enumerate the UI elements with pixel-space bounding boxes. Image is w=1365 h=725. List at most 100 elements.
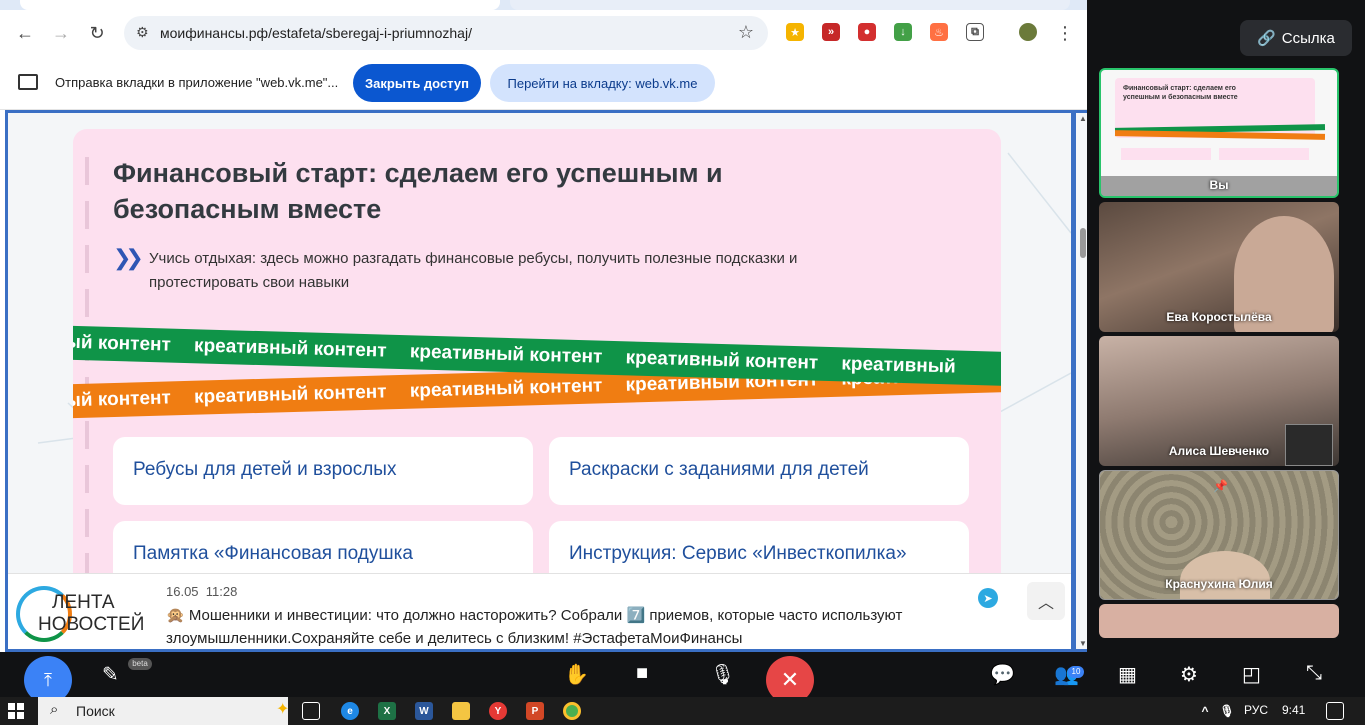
address-bar[interactable]: ⚙ моифинансы.рф/estafeta/sberegaj-i-priu…	[124, 16, 768, 50]
self-label: Вы	[1209, 178, 1229, 192]
tile-coloring[interactable]: Раскраски с заданиями для детей	[549, 437, 969, 505]
news-time: 11:28	[205, 584, 238, 599]
preview-tile	[1121, 148, 1211, 160]
ribbon-text: креативный контент	[625, 347, 819, 374]
active-tab[interactable]	[20, 0, 500, 10]
participant-name: Ева Коростылёва	[1166, 310, 1272, 324]
participant-video	[1180, 551, 1270, 599]
windows-start-icon[interactable]	[8, 703, 24, 719]
ribbon-text: креативный	[841, 353, 956, 378]
tray-chevron-up-icon[interactable]: ^	[1196, 702, 1214, 720]
copilot-sparkle-icon: ✦	[276, 701, 290, 718]
news-logo-line2: НОВОСТЕЙ	[38, 614, 145, 635]
reload-icon[interactable]: ↻	[84, 20, 110, 46]
profile-avatar[interactable]	[1019, 23, 1037, 41]
page-title: Финансовый старт: сделаем его успешным и…	[113, 158, 723, 224]
edge-icon[interactable]: e	[341, 702, 359, 720]
news-text[interactable]: 🙊 Мошенники и инвестиции: что должно нас…	[166, 604, 926, 649]
tab-sharing-bar: Отправка вкладки в приложение "web.vk.me…	[0, 56, 1087, 110]
window-mode-icon[interactable]: ◰	[1242, 662, 1261, 687]
chrome-icon[interactable]	[563, 702, 581, 720]
word-icon[interactable]: W	[415, 702, 433, 720]
beta-badge: beta	[128, 658, 152, 670]
excel-icon[interactable]: X	[378, 702, 396, 720]
tile-label: Раскраски с заданиями для детей	[569, 459, 869, 480]
double-chevron-icon: ❯❯	[113, 245, 144, 270]
exit-fullscreen-icon[interactable]: ⤡	[1306, 662, 1322, 685]
pin-icon[interactable]: 📌	[1213, 479, 1228, 493]
ribbon-text: креативный контент	[193, 335, 387, 362]
windows-taskbar: ⌕ Поиск ✦ e X W Y P ^ 🎙 РУС 9:41	[0, 697, 1365, 725]
participant-tile-pinned[interactable]: 📌 Краснухина Юлия	[1099, 470, 1339, 600]
call-side-panel: 🔗 Ссылка Финансовый старт: сделаем его у…	[1087, 0, 1365, 652]
news-ticker: ЛЕНТА НОВОСТЕЙ 16.05 11:28 🙊 Мошенники и…	[8, 573, 1071, 649]
extension-icon[interactable]: »	[822, 23, 840, 41]
clock[interactable]: 9:41	[1282, 703, 1305, 717]
call-controls-bar: ⤒ ✎ beta ✋ ■ 🎙 ✕ 💬 👥 10 ▦ ⚙ ◰ ⤡	[0, 652, 1365, 704]
tile-label: Ребусы для детей и взрослых	[133, 459, 397, 480]
scroll-down-icon[interactable]: ▼	[1079, 639, 1087, 648]
participant-tile[interactable]	[1099, 604, 1339, 638]
task-view-icon[interactable]	[302, 702, 320, 720]
scroll-thumb[interactable]	[1080, 228, 1086, 258]
yandex-browser-icon[interactable]: Y	[489, 702, 507, 720]
participant-name: Алиса Шевченко	[1168, 444, 1270, 458]
participant-name: Краснухина Юлия	[1165, 577, 1273, 591]
telegram-icon[interactable]: ➤	[978, 588, 998, 608]
close-access-button[interactable]: Закрыть доступ	[353, 64, 481, 102]
preview-tile	[1219, 148, 1309, 160]
tile-rebuses[interactable]: Ребусы для детей и взрослых	[113, 437, 533, 505]
participant-tile[interactable]: Алиса Шевченко	[1099, 336, 1339, 466]
sharing-message: Отправка вкладки в приложение "web.vk.me…	[55, 75, 339, 90]
self-video-tile[interactable]: Финансовый старт: сделаем его успешным и…	[1099, 68, 1339, 198]
download-extension-icon[interactable]: ↓	[894, 23, 912, 41]
collapse-chevron-up-icon[interactable]: ︿	[1027, 582, 1065, 620]
effects-icon[interactable]: ✎	[102, 662, 119, 687]
ribbon-text: креативный контент	[193, 381, 387, 408]
input-language[interactable]: РУС	[1244, 703, 1268, 717]
participant-tile[interactable]: Ева Коростылёва	[1099, 202, 1339, 332]
tile-label: Памятка «Финансовая подушка	[133, 543, 413, 564]
tile-label: Инструкция: Сервис «Инвесткопилка»	[569, 543, 907, 564]
grid-layout-icon[interactable]: ▦	[1118, 662, 1137, 687]
web-page: Финансовый старт: сделаем его успешным и…	[8, 113, 1071, 649]
browser-tab[interactable]	[510, 0, 1070, 10]
taskbar-search[interactable]: ⌕ Поиск ✦	[38, 697, 290, 725]
menu-kebab-icon[interactable]: ⋮	[1052, 20, 1078, 46]
ribbon-text: ный контент	[73, 387, 172, 412]
page-scrollbar[interactable]: ▲ ▼	[1076, 113, 1087, 649]
copy-link-button[interactable]: 🔗 Ссылка	[1240, 20, 1352, 56]
extension-icon[interactable]: ♨	[930, 23, 948, 41]
goto-tab-button[interactable]: Перейти на вкладку: web.vk.me	[490, 64, 715, 102]
settings-gear-icon[interactable]: ⚙	[1180, 662, 1198, 687]
shared-tab-viewport: Финансовый старт: сделаем его успешным и…	[5, 110, 1087, 652]
tray-microphone-icon[interactable]: 🎙	[1218, 702, 1236, 720]
url-text[interactable]: моифинансы.рф/estafeta/sberegaj-i-priumn…	[160, 25, 472, 41]
site-info-icon[interactable]: ⚙	[136, 24, 149, 41]
adblock-icon[interactable]: ●	[858, 23, 876, 41]
raise-hand-icon[interactable]: ✋	[564, 662, 589, 687]
file-explorer-icon[interactable]	[452, 702, 470, 720]
news-timestamp: 16.05 11:28	[166, 584, 237, 599]
powerpoint-icon[interactable]: P	[526, 702, 544, 720]
link-icon: 🔗	[1257, 30, 1276, 47]
cast-icon	[18, 74, 38, 90]
back-icon[interactable]: ←	[12, 20, 38, 46]
extension-icon[interactable]: ★	[786, 23, 804, 41]
bookmark-star-icon[interactable]: ☆	[738, 22, 754, 43]
ribbon-text: креативный контент	[409, 341, 603, 368]
camera-icon[interactable]: ■	[636, 662, 648, 685]
link-label: Ссылка	[1281, 29, 1335, 47]
search-icon: ⌕	[50, 701, 59, 718]
chat-icon[interactable]: 💬	[990, 662, 1015, 687]
ribbon-text: ный контент	[73, 331, 172, 356]
page-subtitle: Учись отдыхая: здесь можно разгадать фин…	[149, 250, 798, 291]
microphone-icon[interactable]: 🎙	[710, 662, 735, 687]
extensions-puzzle-icon[interactable]: ⧉	[966, 23, 984, 41]
participants-count-badge: 10	[1068, 666, 1084, 678]
notifications-icon[interactable]	[1326, 702, 1344, 720]
self-preview-title: Финансовый старт: сделаем его успешным и…	[1123, 85, 1238, 101]
hero-card: Финансовый старт: сделаем его успешным и…	[73, 129, 1001, 649]
forward-icon[interactable]: →	[48, 20, 74, 46]
scroll-up-icon[interactable]: ▲	[1079, 114, 1087, 123]
